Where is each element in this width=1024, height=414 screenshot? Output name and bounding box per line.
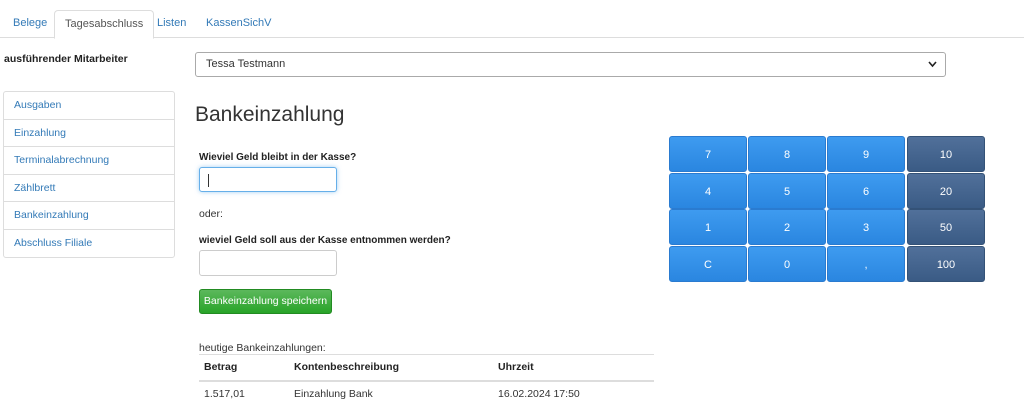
withdraw-question-label: wieviel Geld soll aus der Kasse entnomme… [199, 235, 451, 246]
chevron-down-icon [928, 53, 937, 85]
keypad-amount-100[interactable]: 100 [907, 246, 985, 282]
sidebar-item-zaehlbrett[interactable]: Zählbrett [4, 175, 174, 202]
keypad-key-2[interactable]: 2 [748, 209, 826, 245]
keypad-key-0[interactable]: 0 [748, 246, 826, 282]
history-table: Betrag Kontenbeschreibung Uhrzeit 1.517,… [199, 354, 654, 407]
sidebar: Ausgaben Einzahlung Terminalabrechnung Z… [3, 91, 175, 258]
keypad-key-4[interactable]: 4 [669, 173, 747, 209]
keypad: 7 8 9 10 4 5 6 20 1 2 3 50 C 0 , 100 [669, 136, 988, 283]
column-header-uhrzeit: Uhrzeit [493, 354, 654, 382]
keypad-amount-20[interactable]: 20 [907, 173, 985, 209]
tab-listen[interactable]: Listen [147, 10, 196, 38]
or-label: oder: [199, 208, 223, 220]
sidebar-item-bankeinzahlung[interactable]: Bankeinzahlung [4, 202, 174, 230]
save-button[interactable]: Bankeinzahlung speichern [199, 289, 332, 314]
mitarbeiter-selected-value: Tessa Testmann [206, 58, 286, 70]
cell-uhrzeit: 16.02.2024 17:50 [498, 388, 580, 400]
sidebar-item-ausgaben[interactable]: Ausgaben [4, 92, 174, 120]
keypad-key-6[interactable]: 6 [827, 173, 905, 209]
remaining-amount-input[interactable] [199, 167, 337, 192]
keypad-amount-50[interactable]: 50 [907, 209, 985, 245]
mitarbeiter-select[interactable]: Tessa Testmann [195, 52, 946, 77]
tab-kassensichv[interactable]: KassenSichV [196, 10, 281, 38]
sidebar-item-einzahlung[interactable]: Einzahlung [4, 120, 174, 147]
table-header-row: Betrag Kontenbeschreibung Uhrzeit [199, 354, 654, 382]
column-header-betrag: Betrag [199, 354, 289, 382]
history-label: heutige Bankeinzahlungen: [199, 342, 326, 354]
sidebar-item-abschluss-filiale[interactable]: Abschluss Filiale [4, 230, 174, 258]
keypad-amount-10[interactable]: 10 [907, 136, 985, 172]
column-header-kontenbeschreibung: Kontenbeschreibung [289, 354, 493, 382]
keypad-key-3[interactable]: 3 [827, 209, 905, 245]
keypad-key-comma[interactable]: , [827, 246, 905, 282]
page-title: Bankeinzahlung [195, 103, 345, 126]
mitarbeiter-label: ausführender Mitarbeiter [4, 53, 128, 65]
tab-bar: Belege Tagesabschluss Listen KassenSichV [0, 0, 1024, 39]
remaining-question-label: Wieviel Geld bleibt in der Kasse? [199, 152, 357, 163]
keypad-key-8[interactable]: 8 [748, 136, 826, 172]
cell-kontenbeschreibung: Einzahlung Bank [294, 388, 373, 400]
table-row: 1.517,01 Einzahlung Bank 16.02.2024 17:5… [199, 381, 654, 407]
tab-belege[interactable]: Belege [3, 10, 57, 38]
tab-tagesabschluss[interactable]: Tagesabschluss [54, 10, 155, 39]
withdraw-amount-input[interactable] [199, 250, 337, 276]
keypad-key-7[interactable]: 7 [669, 136, 747, 172]
sidebar-item-terminalabrechnung[interactable]: Terminalabrechnung [4, 147, 174, 175]
keypad-key-9[interactable]: 9 [827, 136, 905, 172]
keypad-key-5[interactable]: 5 [748, 173, 826, 209]
cell-betrag: 1.517,01 [204, 388, 245, 400]
keypad-key-clear[interactable]: C [669, 246, 747, 282]
text-caret [208, 174, 209, 187]
keypad-key-1[interactable]: 1 [669, 209, 747, 245]
